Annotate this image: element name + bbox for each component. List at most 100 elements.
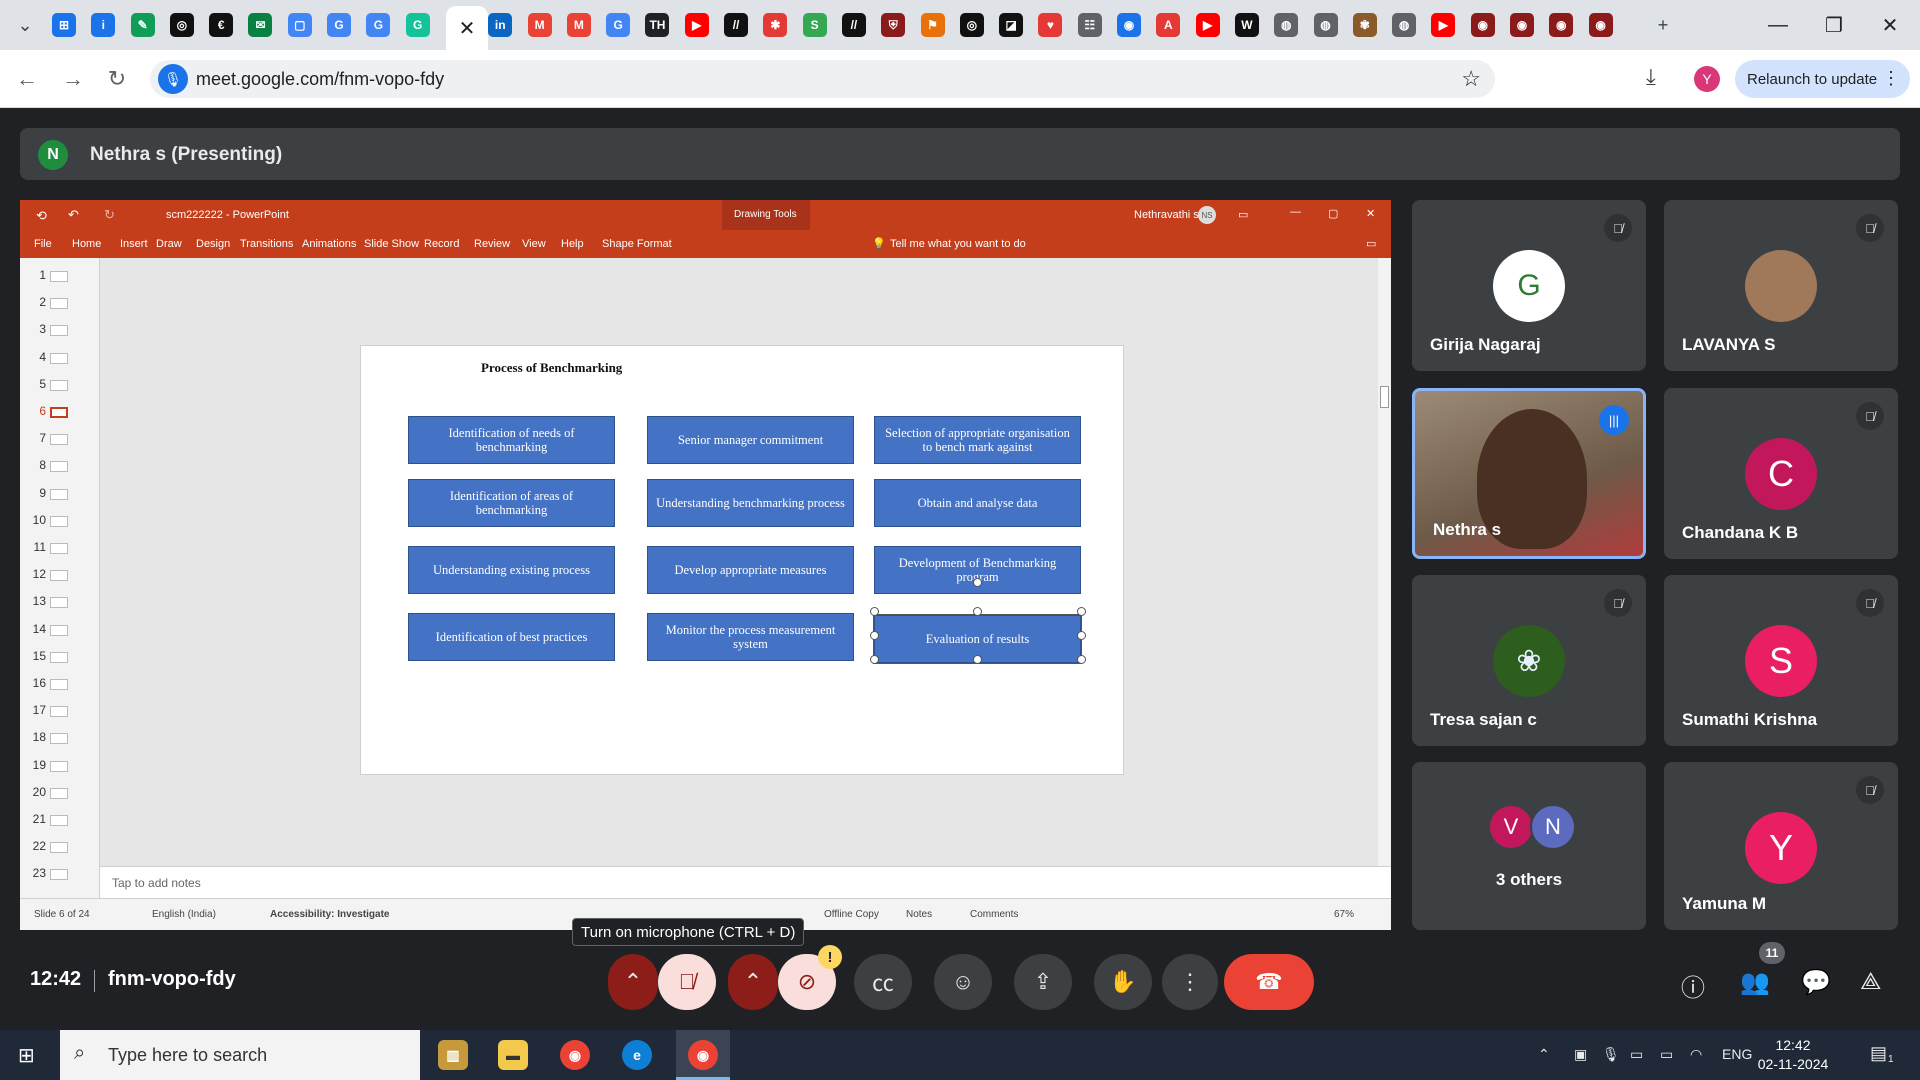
slide-number: 4 bbox=[39, 349, 46, 364]
edge-pen-favicon-icon[interactable]: ✎ bbox=[130, 13, 155, 37]
chrome-profile-icon[interactable]: ◉ bbox=[688, 1040, 718, 1070]
notes-favicon-icon[interactable]: // bbox=[841, 13, 866, 37]
record-favicon-icon[interactable]: ◉ bbox=[1588, 13, 1613, 37]
microphone-icon[interactable]: 🎙 bbox=[158, 64, 188, 94]
profile-avatar[interactable]: Y bbox=[1694, 66, 1720, 92]
slide-preview bbox=[50, 407, 68, 418]
google-sites-favicon-icon[interactable]: ⊞ bbox=[52, 13, 76, 37]
globe-favicon-icon[interactable]: ◍ bbox=[1274, 13, 1299, 37]
present-screen-button[interactable]: ⇪ bbox=[1014, 954, 1072, 1010]
edge-icon[interactable]: e bbox=[622, 1040, 652, 1070]
audio-options-chevron-icon[interactable]: ⌃ bbox=[608, 954, 658, 1010]
compass-favicon-icon[interactable]: ◉ bbox=[1117, 13, 1142, 37]
google-favicon-icon[interactable]: G bbox=[366, 13, 391, 37]
participant-tile[interactable]: S 🎙̸ Sumathi Krishna bbox=[1664, 575, 1898, 746]
close-icon[interactable]: ✕ bbox=[459, 16, 476, 41]
gmail-favicon-icon[interactable]: M bbox=[566, 13, 591, 37]
globe-favicon-icon[interactable]: ◍ bbox=[1392, 13, 1417, 37]
participant-tile[interactable]: Y 🎙̸ Yamuna M bbox=[1664, 762, 1898, 930]
sheets-favicon-icon[interactable]: S bbox=[802, 13, 827, 37]
forward-arrow-icon[interactable]: → bbox=[56, 62, 90, 96]
meeting-info-icon[interactable]: ⓘ bbox=[1681, 968, 1705, 1003]
record-favicon-icon[interactable]: ◉ bbox=[1549, 13, 1574, 37]
minimize-icon[interactable]: — bbox=[1758, 8, 1798, 42]
taskbar-clock[interactable]: 12:42 02-11-2024 bbox=[1753, 1036, 1833, 1074]
tool-favicon-icon[interactable]: ◪ bbox=[999, 13, 1024, 37]
more-options-button[interactable]: ⋮ bbox=[1162, 954, 1218, 1010]
display-tray-icon[interactable]: ▭ bbox=[1630, 1046, 1643, 1063]
restore-icon[interactable]: ❐ bbox=[1814, 8, 1854, 42]
participant-tile[interactable]: ❀ 🎙̸ Tresa sajan c bbox=[1412, 575, 1646, 746]
course-favicon-icon[interactable]: € bbox=[209, 13, 234, 37]
activities-icon[interactable]: ⟁ bbox=[1860, 968, 1881, 996]
gmail-favicon-icon[interactable]: M bbox=[527, 13, 552, 37]
linkedin-favicon-icon[interactable]: in bbox=[488, 13, 513, 37]
bookmark-star-icon[interactable]: ☆ bbox=[1461, 66, 1481, 92]
globe-favicon-icon[interactable]: ◍ bbox=[1313, 13, 1338, 37]
keyboard-language[interactable]: ENG bbox=[1722, 1046, 1752, 1062]
active-tab[interactable]: ✕ bbox=[446, 6, 488, 50]
youtube-favicon-icon[interactable]: ▶ bbox=[684, 13, 709, 37]
youtube-favicon-icon[interactable]: ▶ bbox=[1195, 13, 1220, 37]
reload-icon[interactable]: ↻ bbox=[100, 62, 134, 96]
chat-icon[interactable]: 💬 bbox=[1801, 968, 1831, 997]
flag-favicon-icon[interactable]: ⚑ bbox=[920, 13, 945, 37]
video-options-chevron-icon[interactable]: ⌃ bbox=[728, 954, 778, 1010]
rotation-handle-icon bbox=[973, 578, 982, 587]
new-tab-plus-icon[interactable]: + bbox=[1648, 10, 1678, 40]
emblem-favicon-icon[interactable]: ✾ bbox=[1352, 13, 1377, 37]
participant-tile[interactable]: C 🎙̸ Chandana K B bbox=[1664, 388, 1898, 559]
news-favicon-icon[interactable]: TH bbox=[645, 13, 670, 37]
info-favicon-icon[interactable]: i bbox=[91, 13, 116, 37]
windows-start-icon[interactable]: ⊞ bbox=[18, 1043, 35, 1068]
college-favicon-icon[interactable]: ⛨ bbox=[881, 13, 906, 37]
heart-favicon-icon[interactable]: ♥ bbox=[1038, 13, 1063, 37]
window-close-icon[interactable]: ✕ bbox=[1870, 8, 1910, 42]
notification-icon[interactable]: ▤ bbox=[1870, 1043, 1887, 1064]
more-vert-icon[interactable]: ⋮ bbox=[1882, 68, 1900, 89]
end-call-button[interactable]: ☎ bbox=[1224, 954, 1314, 1010]
google-favicon-icon[interactable]: G bbox=[606, 13, 631, 37]
file-explorer-icon[interactable]: ▬ bbox=[498, 1040, 528, 1070]
presenter-label: Nethra s (Presenting) bbox=[90, 144, 283, 165]
captions-button[interactable]: ㏄ bbox=[854, 954, 912, 1010]
openai-favicon-icon[interactable]: ◎ bbox=[169, 13, 194, 37]
youtube-favicon-icon[interactable]: ▶ bbox=[1431, 13, 1456, 37]
chrome-icon[interactable]: ◉ bbox=[560, 1040, 590, 1070]
mic-tray-icon[interactable]: 🎙 bbox=[1602, 1046, 1620, 1063]
participant-tile[interactable]: G 🎙̸ Girija Nagaraj bbox=[1412, 200, 1646, 371]
emoji-button[interactable]: ☺ bbox=[934, 954, 992, 1010]
participant-tile[interactable]: ||| Nethra s bbox=[1412, 388, 1646, 559]
webmail-favicon-icon[interactable]: ✉ bbox=[248, 13, 273, 37]
back-arrow-icon[interactable]: ← bbox=[10, 62, 44, 96]
asterisk-favicon-icon[interactable]: ✱ bbox=[763, 13, 788, 37]
relaunch-button[interactable]: Relaunch to update ⋮ bbox=[1735, 60, 1910, 98]
acrobat-favicon-icon[interactable]: A bbox=[1156, 13, 1181, 37]
divider bbox=[94, 970, 95, 992]
taskbar-search[interactable]: ⌕ Type here to search bbox=[60, 1030, 420, 1080]
wordpress-favicon-icon[interactable]: W bbox=[1234, 13, 1259, 37]
url-text[interactable]: meet.google.com/fnm-vopo-fdy bbox=[196, 69, 444, 90]
record-favicon-icon[interactable]: ◉ bbox=[1470, 13, 1495, 37]
participant-tile[interactable]: 🎙̸ LAVANYA S bbox=[1664, 200, 1898, 371]
tray-chevron-icon[interactable]: ⌃ bbox=[1538, 1046, 1550, 1063]
openai-favicon-icon[interactable]: ◎ bbox=[959, 13, 984, 37]
raise-hand-button[interactable]: ✋ bbox=[1094, 954, 1152, 1010]
download-icon[interactable]: ⤓ bbox=[1646, 64, 1656, 90]
microphone-off-button[interactable]: 🎙̸ bbox=[658, 954, 716, 1010]
taskbar-search-placeholder: Type here to search bbox=[108, 1045, 268, 1065]
address-bar[interactable]: 🎙 meet.google.com/fnm-vopo-fdy ☆ bbox=[150, 60, 1495, 98]
tab-search-chevron-icon[interactable]: ⌄ bbox=[10, 10, 40, 40]
google-favicon-icon[interactable]: G bbox=[327, 13, 352, 37]
meet-tray-icon[interactable]: ▣ bbox=[1574, 1046, 1587, 1063]
record-favicon-icon[interactable]: ◉ bbox=[1509, 13, 1534, 37]
wifi-icon[interactable]: ◠ bbox=[1690, 1046, 1702, 1063]
notes-favicon-icon[interactable]: // bbox=[724, 13, 749, 37]
calendar-favicon-icon[interactable]: ☷ bbox=[1077, 13, 1102, 37]
grammarly-favicon-icon[interactable]: G bbox=[405, 13, 430, 37]
task-view-icon[interactable]: ▥ bbox=[438, 1040, 468, 1070]
people-icon[interactable]: 👥 bbox=[1740, 968, 1770, 997]
battery-icon[interactable]: ▭ bbox=[1660, 1046, 1673, 1063]
frame-favicon-icon[interactable]: ▢ bbox=[287, 13, 312, 37]
participant-tile[interactable]: VN 3 others bbox=[1412, 762, 1646, 930]
